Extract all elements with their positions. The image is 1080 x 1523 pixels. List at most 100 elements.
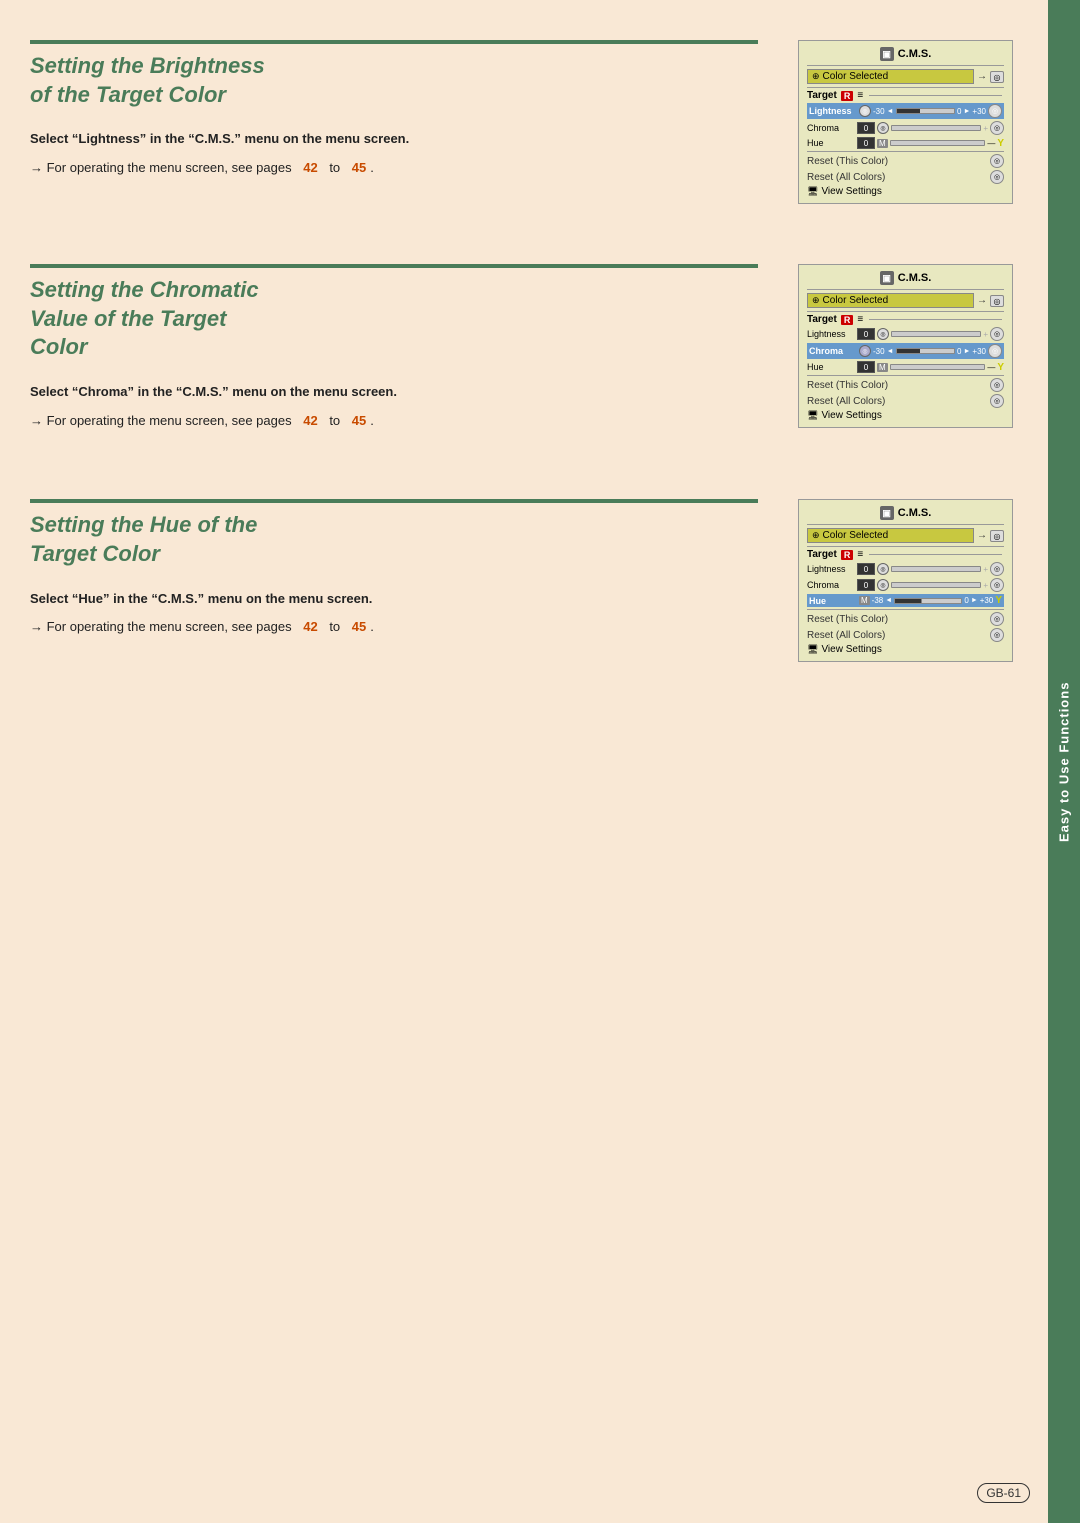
chroma-confirm-active[interactable]: ◎ (988, 344, 1002, 358)
lightness-dial-3[interactable]: ◎ (877, 563, 889, 575)
page-content: Setting the Brightness of the Target Col… (0, 0, 1080, 1523)
lightness-row-2: Lightness 0 ◎ + ◎ (807, 327, 1004, 341)
sep-3c (807, 609, 1004, 610)
section-hue-header: Setting the Hue of the Target Color (30, 499, 758, 568)
lightness-val-2: 0 (857, 328, 875, 340)
target-r-2: R (841, 315, 854, 325)
target-r-3: R (841, 550, 854, 560)
target-r-1: R (841, 91, 854, 101)
sep-1b (807, 87, 1004, 88)
reset-all-btn-3[interactable]: ◎ (990, 628, 1004, 642)
chroma-slider-3[interactable] (891, 582, 981, 588)
reset-this-row-2: Reset (This Color) ◎ (807, 378, 1004, 392)
section-chroma-panel: ▣ C.M.S. ⊕ Color Selected → ◎ Ta (798, 264, 1018, 428)
hue-val-2: 0 (857, 361, 875, 373)
page-number: GB-61 (977, 1483, 1030, 1503)
lightness-slider-2[interactable] (891, 331, 981, 337)
chroma-confirm-3[interactable]: ◎ (990, 578, 1004, 592)
monitor-icon-2: ▣ (880, 271, 894, 285)
lightness-confirm-2[interactable]: ◎ (990, 327, 1004, 341)
reset-all-row-2: Reset (All Colors) ◎ (807, 394, 1004, 408)
cms-title-2: ▣ C.M.S. (807, 271, 1004, 285)
section-chroma-header: Setting the Chromatic Value of the Targe… (30, 264, 758, 362)
chroma-slider-active[interactable] (896, 348, 956, 354)
cms-panel-hue: ▣ C.M.S. ⊕ Color Selected → ◎ Ta (798, 499, 1013, 662)
lightness-val-3: 0 (857, 563, 875, 575)
lightness-dial-2[interactable]: ◎ (877, 328, 889, 340)
section-chroma-body: Select “Chroma” in the “C.M.S.” menu on … (30, 382, 758, 432)
section-chroma: Setting the Chromatic Value of the Targe… (30, 264, 1018, 439)
lightness-confirm-3[interactable]: ◎ (990, 562, 1004, 576)
chroma-row-1: Chroma 0 ◎ + ◎ (807, 121, 1004, 135)
cms-title-1: ▣ C.M.S. (807, 47, 1004, 61)
lightness-slider[interactable] (896, 108, 956, 114)
color-selected-row-1: ⊕ Color Selected → ◎ (807, 68, 1004, 85)
sep-1c (807, 151, 1004, 152)
lightness-confirm[interactable]: ◎ (988, 104, 1002, 118)
hue-m-badge-1: M (877, 139, 888, 148)
chroma-slider-1[interactable] (891, 125, 981, 131)
nav-btn-2[interactable]: ◎ (990, 295, 1004, 307)
lightness-row-3: Lightness 0 ◎ + ◎ (807, 562, 1004, 576)
section-hue-body: Select “Hue” in the “C.M.S.” menu on the… (30, 589, 758, 639)
lightness-dial[interactable]: ◎ (859, 105, 871, 117)
lightness-slider-3[interactable] (891, 566, 981, 572)
hue-row-active: Hue M -38 ◄ 0 ► +30 Y (807, 594, 1004, 607)
right-tab: Easy to Use Functions (1048, 0, 1080, 1523)
reset-this-btn-3[interactable]: ◎ (990, 612, 1004, 626)
chroma-confirm-1[interactable]: ◎ (990, 121, 1004, 135)
chroma-val-3: 0 (857, 579, 875, 591)
view-settings-row-1: 🖥 View Settings (807, 186, 1004, 197)
hue-row-2: Hue 0 M — Y (807, 361, 1004, 373)
sep-2a (807, 289, 1004, 290)
hue-m-badge-active: M (859, 596, 870, 605)
monitor-icon-1: ▣ (880, 47, 894, 61)
section-chroma-left: Setting the Chromatic Value of the Targe… (30, 264, 758, 439)
hue-y-label-1: Y (997, 138, 1004, 149)
target-row-3: Target R ≡ (807, 549, 1004, 560)
reset-this-row-3: Reset (This Color) ◎ (807, 612, 1004, 626)
chroma-dial-3[interactable]: ◎ (877, 579, 889, 591)
color-selected-row-3: ⊕ Color Selected → ◎ (807, 527, 1004, 544)
hue-val-1: 0 (857, 137, 875, 149)
section-hue-panel: ▣ C.M.S. ⊕ Color Selected → ◎ Ta (798, 499, 1018, 662)
section-hue-left: Setting the Hue of the Target Color Sele… (30, 499, 758, 646)
reset-this-btn-1[interactable]: ◎ (990, 154, 1004, 168)
section-brightness-panel: ▣ C.M.S. ⊕ Color Selected → ◎ Ta (798, 40, 1018, 204)
hue-slider-1[interactable] (890, 140, 986, 146)
hue-y-label-active: Y (995, 595, 1002, 606)
chroma-dial-active[interactable]: ◎ (859, 345, 871, 357)
hue-y-label-2: Y (997, 362, 1004, 373)
target-row-1: Target R ≡ (807, 90, 1004, 101)
sep-2b (807, 311, 1004, 312)
nav-btn-1[interactable]: ◎ (990, 71, 1004, 83)
reset-all-row-1: Reset (All Colors) ◎ (807, 170, 1004, 184)
nav-btn-3[interactable]: ◎ (990, 530, 1004, 542)
hue-slider-active[interactable] (894, 598, 962, 604)
section-hue: Setting the Hue of the Target Color Sele… (30, 499, 1018, 662)
color-selected-row-2: ⊕ Color Selected → ◎ (807, 292, 1004, 309)
chroma-dial-1[interactable]: ◎ (877, 122, 889, 134)
reset-all-btn-2[interactable]: ◎ (990, 394, 1004, 408)
reset-all-btn-1[interactable]: ◎ (990, 170, 1004, 184)
cms-panel-brightness: ▣ C.M.S. ⊕ Color Selected → ◎ Ta (798, 40, 1013, 204)
color-selected-badge-3: ⊕ Color Selected (807, 528, 974, 543)
sep-3a (807, 524, 1004, 525)
monitor-icon-3: ▣ (880, 506, 894, 520)
reset-all-row-3: Reset (All Colors) ◎ (807, 628, 1004, 642)
reset-this-row-1: Reset (This Color) ◎ (807, 154, 1004, 168)
cms-panel-chroma: ▣ C.M.S. ⊕ Color Selected → ◎ Ta (798, 264, 1013, 428)
section-hue-title: Setting the Hue of the Target Color (30, 511, 758, 568)
chroma-row-active: Chroma ◎ -30 ◄ 0 ► +30 ◎ (807, 343, 1004, 359)
view-settings-row-2: 🖥 View Settings (807, 410, 1004, 421)
section-brightness-header: Setting the Brightness of the Target Col… (30, 40, 758, 109)
reset-this-btn-2[interactable]: ◎ (990, 378, 1004, 392)
hue-slider-2[interactable] (890, 364, 986, 370)
hue-m-badge-2: M (877, 363, 888, 372)
view-settings-row-3: 🖥 View Settings (807, 644, 1004, 655)
section-brightness-body: Select “Lightness” in the “C.M.S.” menu … (30, 129, 758, 179)
main-area: Setting the Brightness of the Target Col… (0, 0, 1048, 1523)
section-brightness-title: Setting the Brightness of the Target Col… (30, 52, 758, 109)
cms-title-3: ▣ C.M.S. (807, 506, 1004, 520)
target-row-2: Target R ≡ (807, 314, 1004, 325)
